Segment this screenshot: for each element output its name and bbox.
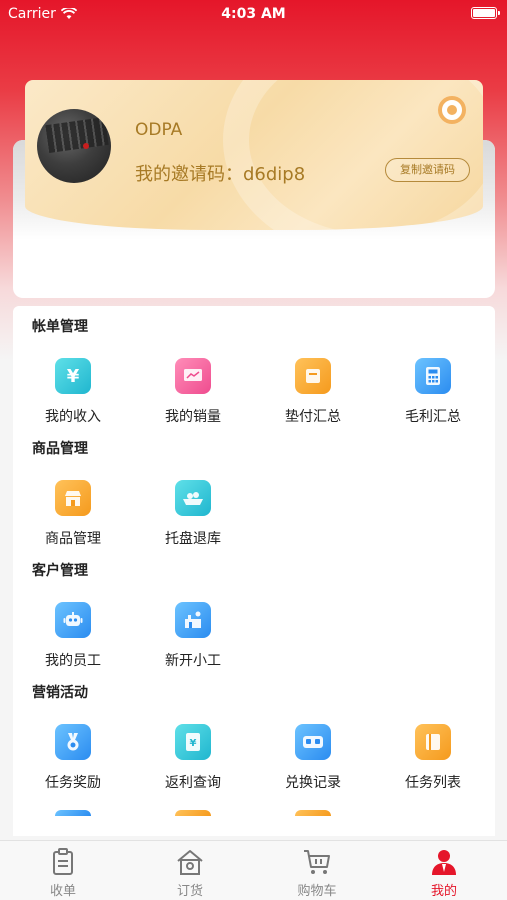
partial-menu-icon	[295, 810, 331, 816]
sales-chart-icon	[175, 358, 211, 394]
user-name: ODPA	[135, 120, 183, 140]
store-icon	[55, 480, 91, 516]
status-bar: Carrier 4:03 AM	[0, 0, 507, 28]
new-staff-icon	[175, 602, 211, 638]
battery-icon	[471, 7, 500, 19]
tab-cart[interactable]: 购物车	[254, 841, 380, 900]
profile-card: ODPA 我的邀请码：d6dip8 复制邀请码	[25, 80, 483, 230]
yen-icon: ¥	[55, 358, 91, 394]
user-icon	[429, 847, 459, 877]
menu-panel: 帐单管理 ¥ 我的收入 我的销量 垫付汇总 毛利汇总 商品管理 商品管理 托盘退…	[13, 306, 495, 836]
svg-text:¥: ¥	[190, 738, 197, 749]
cart-icon	[302, 847, 332, 877]
clipboard-icon	[48, 847, 78, 877]
home-icon	[175, 847, 205, 877]
menu-tray-return[interactable]: 托盘退库	[133, 480, 253, 548]
menu-my-staff[interactable]: 我的员工	[13, 602, 133, 670]
avatar[interactable]	[37, 109, 111, 183]
robot-icon	[55, 602, 91, 638]
menu-new-staff[interactable]: 新开小工	[133, 602, 253, 670]
section-title-customers: 客户管理	[32, 563, 88, 579]
partial-menu-icon	[55, 810, 91, 816]
section-title-marketing: 营销活动	[32, 685, 88, 701]
calculator-icon	[415, 358, 451, 394]
vr-goggles-icon	[295, 724, 331, 760]
menu-my-income[interactable]: ¥ 我的收入	[13, 358, 133, 426]
tab-orders[interactable]: 收单	[0, 841, 126, 900]
copy-invite-button[interactable]: 复制邀请码	[385, 158, 470, 182]
menu-task-list[interactable]: 任务列表	[373, 724, 493, 792]
menu-rebate-query[interactable]: ¥ 返利查询	[133, 724, 253, 792]
menu-task-rewards[interactable]: 任务奖励	[13, 724, 133, 792]
box-icon	[295, 358, 331, 394]
medal-icon	[55, 724, 91, 760]
tab-ordering[interactable]: 订货	[127, 841, 253, 900]
menu-my-sales[interactable]: 我的销量	[133, 358, 253, 426]
tab-mine[interactable]: 我的	[381, 841, 507, 900]
section-title-billing: 帐单管理	[32, 319, 88, 335]
menu-gross-profit[interactable]: 毛利汇总	[373, 358, 493, 426]
book-icon	[415, 724, 451, 760]
menu-advance-summary[interactable]: 垫付汇总	[253, 358, 373, 426]
partial-menu-icon	[175, 810, 211, 816]
status-time: 4:03 AM	[221, 6, 286, 22]
tab-bar: 收单 订货 购物车 我的	[0, 840, 507, 900]
menu-product-management[interactable]: 商品管理	[13, 480, 133, 548]
message-icon[interactable]	[438, 96, 466, 124]
rebate-icon: ¥	[175, 724, 211, 760]
section-title-products: 商品管理	[32, 441, 88, 457]
invite-code: 我的邀请码：d6dip8	[135, 164, 306, 185]
menu-exchange-records[interactable]: 兑换记录	[253, 724, 373, 792]
tray-icon	[175, 480, 211, 516]
